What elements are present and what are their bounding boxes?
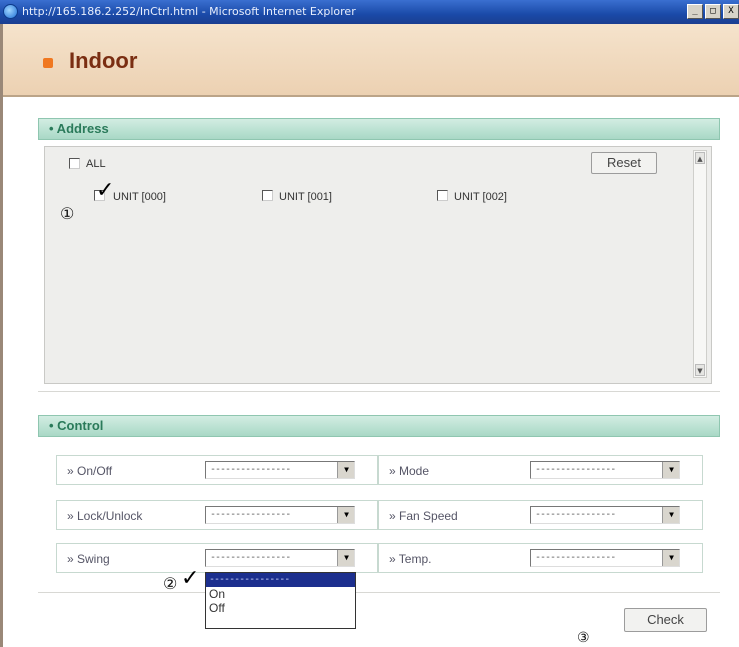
chevron-down-icon[interactable]: ▼ xyxy=(662,507,679,523)
onoff-select[interactable]: ---------------- ▼ xyxy=(205,461,355,479)
temp-cell: » Temp. ---------------- ▼ xyxy=(378,543,703,573)
control-section-bar: • Control xyxy=(38,415,720,437)
address-section-bar: • Address xyxy=(38,118,720,140)
swing-label: » Swing xyxy=(67,552,110,566)
unit-000-label: UNIT [000] xyxy=(113,191,166,203)
all-checkbox[interactable] xyxy=(69,158,80,169)
mode-select[interactable]: ---------------- ▼ xyxy=(530,461,680,479)
fanspeed-select[interactable]: ---------------- ▼ xyxy=(530,506,680,524)
unit-002-checkbox[interactable] xyxy=(437,190,448,201)
page-header: Indoor xyxy=(3,24,739,97)
lockunlock-select[interactable]: ---------------- ▼ xyxy=(205,506,355,524)
mode-label: » Mode xyxy=(389,464,430,478)
temp-select[interactable]: ---------------- ▼ xyxy=(530,549,680,567)
chevron-down-icon[interactable]: ▼ xyxy=(337,507,354,523)
lockunlock-label: » Lock/Unlock xyxy=(67,509,143,523)
address-scrollbar[interactable]: ▲ ▼ xyxy=(693,150,707,378)
marker-1: ① xyxy=(60,204,75,223)
swing-select[interactable]: ---------------- ▼ xyxy=(205,549,355,567)
swing-cell: » Swing ---------------- ▼ xyxy=(56,543,378,573)
minimize-button[interactable]: _ xyxy=(687,4,703,19)
chevron-down-icon[interactable]: ▼ xyxy=(337,462,354,478)
scroll-down-icon[interactable]: ▼ xyxy=(695,364,705,376)
swing-value: ---------------- xyxy=(210,552,291,563)
dropdown-option[interactable]: Off xyxy=(206,601,355,615)
scroll-up-icon[interactable]: ▲ xyxy=(695,152,705,164)
temp-value: ---------------- xyxy=(535,552,616,563)
marker-3: ③ xyxy=(577,630,590,646)
fanspeed-label: » Fan Speed xyxy=(389,509,458,523)
maximize-button[interactable]: □ xyxy=(705,4,721,19)
unit-000-checkmark-icon: ✓ xyxy=(96,178,115,203)
control-divider xyxy=(38,592,720,593)
chevron-down-icon[interactable]: ▼ xyxy=(337,550,354,566)
dropdown-option[interactable]: On xyxy=(206,587,355,601)
window-titlebar: http://165.186.2.252/InCtrl.html - Micro… xyxy=(0,0,739,24)
ie-icon xyxy=(3,4,18,19)
chevron-down-icon[interactable]: ▼ xyxy=(662,462,679,478)
mode-cell: » Mode ---------------- ▼ xyxy=(378,455,703,485)
window-controls: _ □ X xyxy=(687,4,739,19)
section-divider xyxy=(38,391,720,392)
onoff-value: ---------------- xyxy=(210,464,291,475)
all-label: ALL xyxy=(86,158,106,170)
window-title: http://165.186.2.252/InCtrl.html - Micro… xyxy=(22,5,356,18)
check-button[interactable]: Check xyxy=(624,608,707,632)
swing-checkmark-icon: ✓ xyxy=(181,566,200,591)
orange-bullet-icon xyxy=(43,58,53,68)
mode-value: ---------------- xyxy=(535,464,616,475)
lockunlock-value: ---------------- xyxy=(210,509,291,520)
lockunlock-cell: » Lock/Unlock ---------------- ▼ xyxy=(56,500,378,530)
page-title: Indoor xyxy=(69,48,138,73)
marker-2: ② xyxy=(163,574,178,593)
reset-button[interactable]: Reset xyxy=(591,152,657,174)
onoff-cell: » On/Off ---------------- ▼ xyxy=(56,455,378,485)
unit-002-label: UNIT [002] xyxy=(454,191,507,203)
temp-label: » Temp. xyxy=(389,552,432,566)
fanspeed-cell: » Fan Speed ---------------- ▼ xyxy=(378,500,703,530)
chevron-down-icon[interactable]: ▼ xyxy=(662,550,679,566)
close-button[interactable]: X xyxy=(723,4,739,19)
fanspeed-value: ---------------- xyxy=(535,509,616,520)
swing-dropdown-list[interactable]: ---------------- On Off xyxy=(205,572,356,629)
unit-001-checkbox[interactable] xyxy=(262,190,273,201)
onoff-label: » On/Off xyxy=(67,464,113,478)
dropdown-option[interactable]: ---------------- xyxy=(206,573,355,587)
unit-001-label: UNIT [001] xyxy=(279,191,332,203)
address-panel xyxy=(44,146,712,384)
